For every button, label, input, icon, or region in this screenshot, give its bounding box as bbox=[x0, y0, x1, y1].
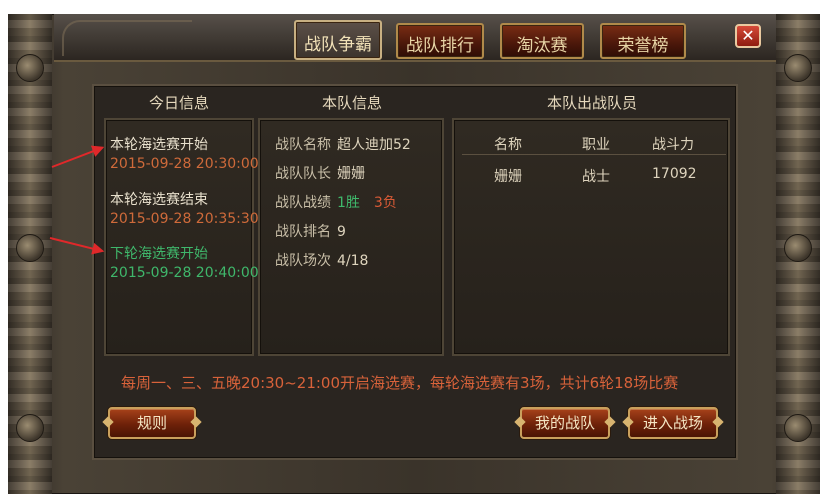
my-team-button[interactable]: 我的战队 bbox=[520, 407, 610, 439]
roster-header-power: 战斗力 bbox=[652, 137, 694, 153]
tab-honor-board[interactable]: 荣誉榜 bbox=[600, 23, 686, 59]
team-rank-value: 9 bbox=[337, 224, 346, 240]
team-name-value: 超人迪加52 bbox=[337, 137, 411, 153]
roster-header-class: 职业 bbox=[582, 137, 610, 153]
team-matches-label: 战队场次 bbox=[275, 253, 331, 269]
team-matches-row: 战队场次 4/18 bbox=[275, 250, 368, 270]
team-record-label: 战队战绩 bbox=[275, 195, 331, 211]
team-leader-value: 姗姗 bbox=[337, 166, 365, 182]
enter-battlefield-button[interactable]: 进入战场 bbox=[628, 407, 718, 439]
team-wins: 1胜 bbox=[337, 195, 360, 211]
event-label: 本轮海选赛开始 bbox=[110, 137, 208, 153]
roster-header-name: 名称 bbox=[494, 137, 522, 153]
roster-member-class: 战士 bbox=[582, 169, 610, 185]
roster-member-power: 17092 bbox=[652, 166, 697, 182]
pillar-knob bbox=[784, 414, 812, 442]
tab-team-ranking[interactable]: 战队排行 bbox=[396, 23, 484, 59]
tab-knockout[interactable]: 淘汰赛 bbox=[500, 23, 584, 59]
rules-button[interactable]: 规则 bbox=[108, 407, 196, 439]
pillar-knob bbox=[784, 54, 812, 82]
event-time: 2015-09-28 20:30:00 bbox=[110, 156, 259, 172]
right-ornate-pillar bbox=[776, 14, 820, 494]
roster-divider bbox=[462, 154, 726, 155]
team-matches-value: 4/18 bbox=[337, 253, 369, 269]
roster-member-name: 姗姗 bbox=[494, 169, 522, 185]
team-leader-row: 战队队长 姗姗 bbox=[275, 163, 365, 183]
roster-heading: 本队出战队员 bbox=[546, 94, 637, 112]
event-time: 2015-09-28 20:35:30 bbox=[110, 211, 259, 227]
pillar-knob bbox=[16, 54, 44, 82]
team-name-label: 战队名称 bbox=[275, 137, 331, 153]
event-label: 本轮海选赛结束 bbox=[110, 192, 208, 208]
pillar-knob bbox=[784, 234, 812, 262]
team-rank-label: 战队排名 bbox=[275, 224, 331, 240]
team-name-row: 战队名称 超人迪加52 bbox=[275, 134, 411, 154]
team-rank-row: 战队排名 9 bbox=[275, 221, 346, 241]
team-leader-label: 战队队长 bbox=[275, 166, 331, 182]
team-record-row: 战队战绩 1胜 3负 bbox=[275, 192, 397, 212]
schedule-notice: 每周一、三、五晚20:30~21:00开启海选赛，每轮海选赛有3场，共计6轮18… bbox=[121, 374, 679, 392]
tab-team-contest[interactable]: 战队争霸 bbox=[294, 20, 382, 60]
close-button[interactable]: ✕ bbox=[735, 24, 761, 48]
event-label-next: 下轮海选赛开始 bbox=[110, 246, 208, 262]
left-ornate-pillar bbox=[8, 14, 52, 494]
event-time-next: 2015-09-28 20:40:00 bbox=[110, 265, 259, 281]
pillar-knob bbox=[16, 234, 44, 262]
team-losses: 3负 bbox=[373, 195, 397, 211]
pillar-knob bbox=[16, 414, 44, 442]
corner-ornament bbox=[62, 20, 192, 56]
today-info-heading: 今日信息 bbox=[148, 94, 209, 112]
team-info-heading: 本队信息 bbox=[321, 94, 382, 112]
